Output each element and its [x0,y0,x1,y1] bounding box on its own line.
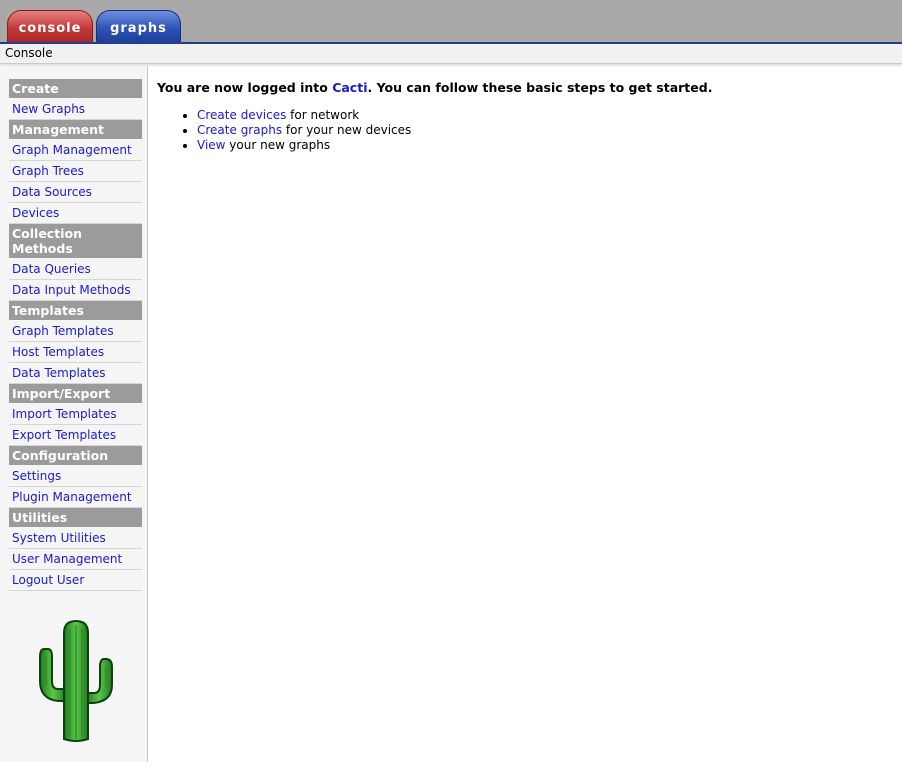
sidebar-item-devices[interactable]: Devices [9,203,142,224]
sidebar-item-export-templates[interactable]: Export Templates [9,425,142,446]
sidebar-header-utilities: Utilities [9,508,142,527]
cactus-logo-icon [39,619,113,742]
sidebar-header-configuration: Configuration [9,446,142,465]
top-tab-bar: console graphs [0,0,902,44]
sidebar-item-graph-trees[interactable]: Graph Trees [9,161,142,182]
breadcrumb: Console [0,44,902,64]
sidebar-item-data-sources[interactable]: Data Sources [9,182,142,203]
list-item: View your new graphs [197,138,887,153]
tab-graphs[interactable]: graphs [96,10,181,42]
breadcrumb-label: Console [5,46,53,60]
step-text: for network [286,108,360,122]
main-content: You are now logged into Cacti. You can f… [157,79,887,153]
sidebar-item-user-management[interactable]: User Management [9,549,142,570]
list-item: Create devices for network [197,108,887,123]
sidebar-menu: Create New Graphs Management Graph Manageme… [9,79,142,591]
sidebar-item-graph-templates[interactable]: Graph Templates [9,321,142,342]
sidebar-item-logout-user[interactable]: Logout User [9,570,142,591]
sidebar-item-data-templates[interactable]: Data Templates [9,363,142,384]
sidebar-item-graph-management[interactable]: Graph Management [9,140,142,161]
intro-text: You are now logged into Cacti. You can f… [157,79,887,96]
create-graphs-link[interactable]: Create graphs [197,123,282,137]
sidebar-header-collection-methods: Collection Methods [9,224,142,258]
sidebar-header-create: Create [9,79,142,98]
getting-started-steps: Create devices for network Create graphs… [157,108,887,153]
sidebar-header-templates: Templates [9,301,142,320]
sidebar-item-settings[interactable]: Settings [9,466,142,487]
sidebar-item-plugin-management[interactable]: Plugin Management [9,487,142,508]
sidebar-item-system-utilities[interactable]: System Utilities [9,528,142,549]
sidebar: Create New Graphs Management Graph Manageme… [0,66,148,762]
step-text: your new graphs [225,138,331,152]
sidebar-item-new-graphs[interactable]: New Graphs [9,99,142,120]
sidebar-header-import-export: Import/Export [9,384,142,403]
intro-before: You are now logged into [157,80,333,95]
cacti-link[interactable]: Cacti [332,80,367,95]
create-devices-link[interactable]: Create devices [197,108,286,122]
sidebar-item-host-templates[interactable]: Host Templates [9,342,142,363]
view-graphs-link[interactable]: View [197,138,225,152]
list-item: Create graphs for your new devices [197,123,887,138]
sidebar-item-data-input-methods[interactable]: Data Input Methods [9,280,142,301]
sidebar-header-management: Management [9,120,142,139]
tab-console[interactable]: console [7,10,93,42]
sidebar-item-import-templates[interactable]: Import Templates [9,404,142,425]
step-text: for your new devices [282,123,412,137]
intro-after: . You can follow these basic steps to ge… [367,80,713,95]
sidebar-item-data-queries[interactable]: Data Queries [9,259,142,280]
